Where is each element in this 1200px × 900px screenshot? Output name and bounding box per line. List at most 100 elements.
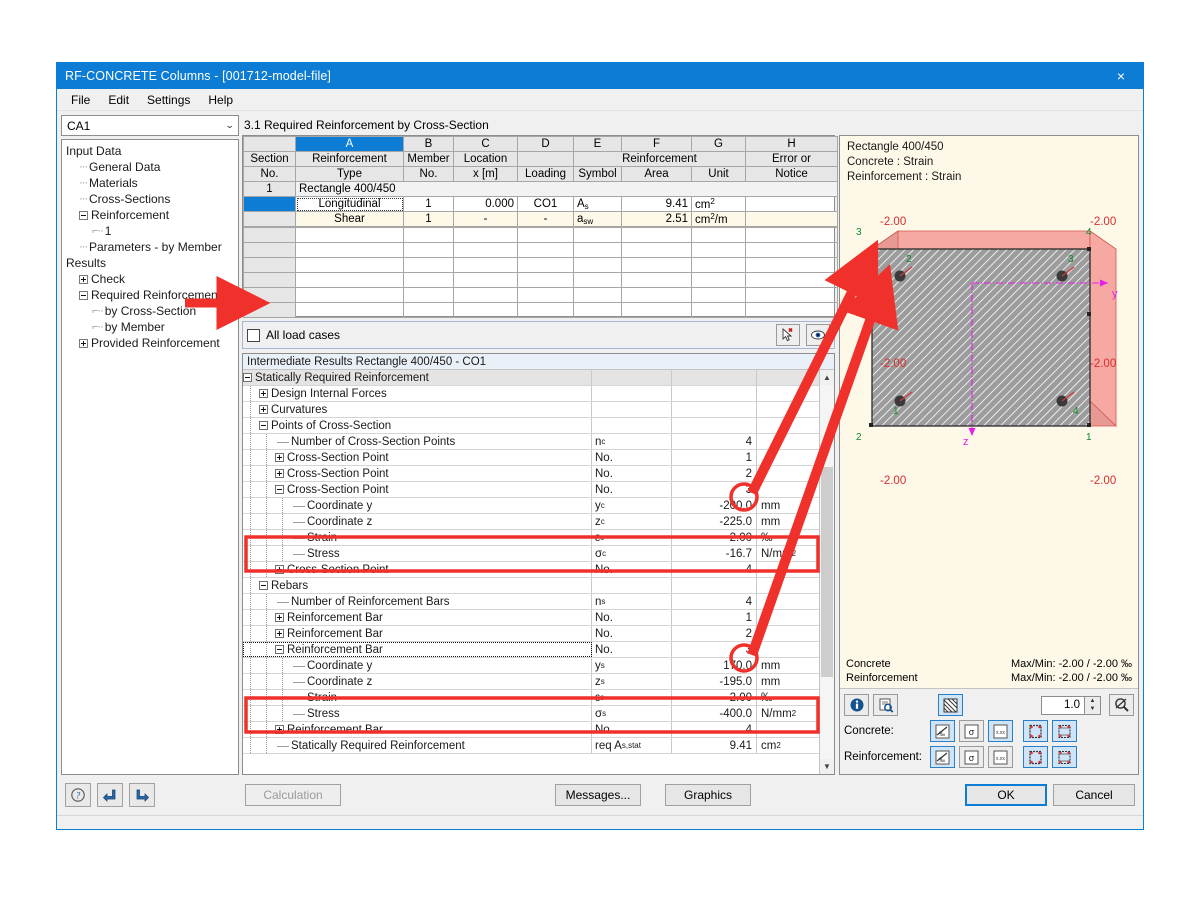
expand-icon[interactable] [275, 629, 284, 638]
calculation-button[interactable]: Calculation [245, 784, 341, 806]
scroll-thumb[interactable] [821, 467, 833, 677]
cell-empty[interactable] [453, 227, 518, 243]
column-header-A[interactable]: A [295, 136, 404, 152]
intermediate-row[interactable]: Statically Required Reinforcement req As,… [243, 738, 819, 754]
intermediate-row[interactable]: Coordinate z z s -195.0 mm [243, 674, 819, 690]
cell-error-notice[interactable] [745, 196, 838, 212]
intermediate-row-label-cell[interactable]: Reinforcement Bar [243, 626, 592, 641]
menu-item-file[interactable]: File [63, 91, 98, 109]
expand-icon[interactable] [275, 453, 284, 462]
intermediate-scrollbar[interactable]: ▲ ▼ [819, 370, 834, 774]
rebar-stress-icon[interactable]: σ [959, 746, 984, 768]
concrete-section-icon[interactable] [1023, 720, 1048, 742]
collapse-icon[interactable] [275, 645, 284, 654]
cell-empty[interactable] [295, 257, 404, 273]
cell-empty[interactable] [745, 302, 838, 318]
pick-cursor-icon[interactable] [776, 324, 800, 346]
intermediate-row-label-cell[interactable]: Coordinate z [243, 674, 592, 689]
intermediate-row[interactable]: Statically Required Reinforcement [243, 370, 819, 386]
sidebar-item-general-data[interactable]: ··· General Data [66, 159, 238, 175]
zoom-reset-icon[interactable] [1109, 694, 1134, 716]
close-icon[interactable]: × [1099, 63, 1143, 89]
column-header-C[interactable]: C [453, 136, 518, 152]
intermediate-row-label-cell[interactable]: Coordinate z [243, 514, 592, 529]
messages-button[interactable]: Messages... [555, 784, 641, 806]
intermediate-row-label-cell[interactable]: Cross-Section Point [243, 466, 592, 481]
cell-empty[interactable] [243, 227, 296, 243]
eye-icon[interactable] [806, 324, 830, 346]
cell-empty[interactable] [573, 287, 622, 303]
cell-empty[interactable] [453, 257, 518, 273]
cell-empty[interactable] [745, 227, 838, 243]
intermediate-row[interactable]: Curvatures [243, 402, 819, 418]
sidebar-item-required-reinforcement[interactable]: Required Reinforcement [66, 287, 238, 303]
navigation-tree[interactable]: Input Data ··· General Data ··· Materials ···… [61, 139, 239, 775]
cell-empty[interactable] [403, 287, 454, 303]
sidebar-item-check[interactable]: Check [66, 271, 238, 287]
table-row-empty[interactable] [243, 272, 838, 288]
intermediate-row[interactable]: Cross-Section Point No. 1 [243, 450, 819, 466]
collapse-icon[interactable] [259, 581, 268, 590]
concrete-values-icon[interactable]: x.xx [988, 720, 1013, 742]
sidebar-item-by-cross-section[interactable]: ⌐·· by Cross-Section [66, 303, 238, 319]
cell-empty[interactable] [295, 242, 404, 258]
cell-empty[interactable] [517, 227, 574, 243]
intermediate-row[interactable]: Cross-Section Point No. 3 [243, 482, 819, 498]
rebar-points-icon[interactable] [1023, 746, 1048, 768]
sidebar-item-reinforcement[interactable]: Reinforcement [66, 207, 238, 223]
concrete-diagram-icon[interactable] [1052, 720, 1077, 742]
intermediate-row-label-cell[interactable]: Curvatures [243, 402, 592, 417]
cell-empty[interactable] [573, 257, 622, 273]
cell-empty[interactable] [403, 227, 454, 243]
grid-section-row[interactable]: 1 Rectangle 400/450 [243, 181, 838, 197]
table-row-empty[interactable] [243, 242, 838, 258]
cell-empty[interactable] [453, 287, 518, 303]
intermediate-row[interactable]: Number of Reinforcement Bars n s 4 [243, 594, 819, 610]
cell-empty[interactable] [691, 287, 746, 303]
column-header-B[interactable]: B [403, 136, 454, 152]
table-row-empty[interactable] [243, 227, 838, 243]
cell-empty[interactable] [745, 287, 838, 303]
cell-location[interactable]: - [453, 211, 518, 227]
cell-symbol[interactable]: asw [573, 211, 622, 227]
intermediate-row[interactable]: Points of Cross-Section [243, 418, 819, 434]
cell-empty[interactable] [745, 257, 838, 273]
intermediate-row-label-cell[interactable]: Reinforcement Bar [243, 722, 592, 737]
intermediate-row-label-cell[interactable]: Reinforcement Bar [243, 610, 592, 625]
intermediate-row[interactable]: Coordinate y y c -200.0 mm [243, 498, 819, 514]
intermediate-row[interactable]: Number of Cross-Section Points n c 4 [243, 434, 819, 450]
intermediate-row-label-cell[interactable]: Number of Cross-Section Points [243, 434, 592, 449]
concrete-stress-icon[interactable]: σ [959, 720, 984, 742]
cell-empty[interactable] [243, 242, 296, 258]
cell-symbol[interactable]: As [573, 196, 622, 212]
cell-empty[interactable] [621, 227, 692, 243]
intermediate-row[interactable]: Cross-Section Point No. 4 [243, 562, 819, 578]
collapse-icon[interactable] [259, 421, 268, 430]
intermediate-row[interactable]: Coordinate y y s 170.0 mm [243, 658, 819, 674]
collapse-icon[interactable] [243, 373, 252, 382]
cell-empty[interactable] [403, 242, 454, 258]
intermediate-row-label-cell[interactable]: Coordinate y [243, 498, 592, 513]
intermediate-row-label-cell[interactable]: Strain [243, 530, 592, 545]
expand-icon[interactable] [259, 389, 268, 398]
cell-empty[interactable] [295, 272, 404, 288]
cell-unit[interactable]: cm2 [691, 196, 746, 212]
zoom-spin-up[interactable]: ▲ [1085, 697, 1100, 706]
menu-item-help[interactable]: Help [200, 91, 241, 109]
cell-empty[interactable] [517, 242, 574, 258]
menu-item-settings[interactable]: Settings [139, 91, 198, 109]
cell-empty[interactable] [453, 242, 518, 258]
cell-empty[interactable] [403, 272, 454, 288]
row-number[interactable] [243, 211, 296, 227]
cell-empty[interactable] [243, 272, 296, 288]
intermediate-row-label-cell[interactable]: Stress [243, 546, 592, 561]
cell-empty[interactable] [621, 302, 692, 318]
sidebar-item-1[interactable]: ⌐·· 1 [66, 223, 238, 239]
table-row-empty[interactable] [243, 302, 838, 318]
zoom-value[interactable]: 1.0 [1041, 695, 1085, 715]
cell-unit[interactable]: cm2/m [691, 211, 746, 227]
rebar-values-icon[interactable]: x.xx [988, 746, 1013, 768]
cancel-button[interactable]: Cancel [1053, 784, 1135, 806]
hatch-fill-icon[interactable] [938, 694, 963, 716]
expand-icon[interactable] [275, 469, 284, 478]
